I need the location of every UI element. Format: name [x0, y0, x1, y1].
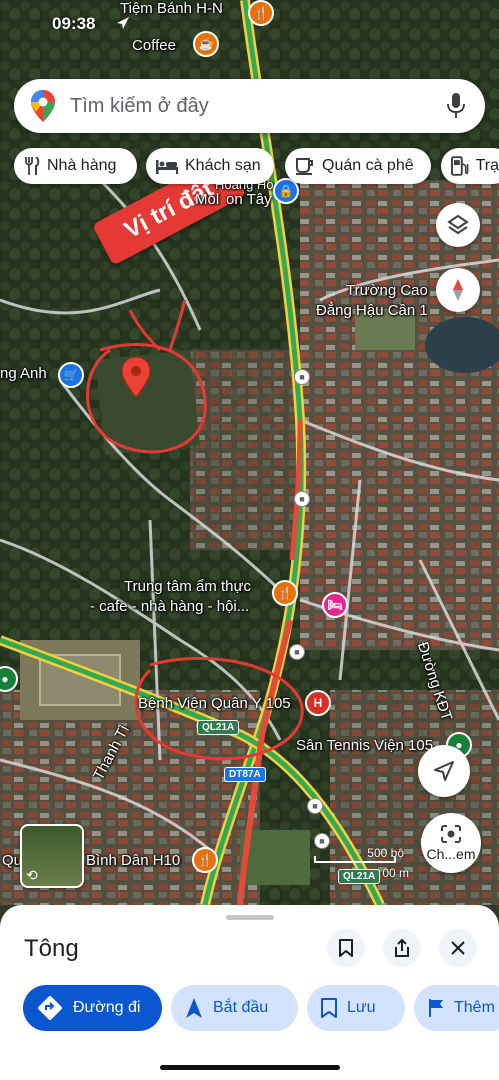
location-pin-icon[interactable]: [121, 357, 151, 397]
lens-button[interactable]: Ch...em: [421, 813, 481, 873]
map-label-college-2[interactable]: Đẳng Hậu Cần 1: [316, 302, 428, 319]
location-arrow-icon: [117, 17, 129, 29]
layers-icon: [447, 214, 469, 235]
map-label-bakery[interactable]: Tiệm Bánh H-N: [120, 0, 223, 17]
food-poi-icon[interactable]: 🍴: [272, 580, 298, 606]
add-label-button[interactable]: Thêm: [414, 985, 499, 1031]
place-title: Tông: [24, 935, 79, 962]
save-bookmark-button[interactable]: [327, 929, 365, 967]
map-label-son-tay[interactable]: on Tây: [226, 191, 272, 208]
status-time: 09:38: [52, 14, 96, 33]
route-shield-ql21a: QL21A: [197, 720, 240, 735]
camera-lens-icon: [441, 824, 461, 843]
hospital-poi-icon[interactable]: H: [305, 690, 331, 716]
chip-label: Nhà hàng: [47, 157, 117, 174]
bus-stop-icon[interactable]: ■: [294, 491, 310, 507]
map-label-tennis[interactable]: Sân Tennis Viện 105: [296, 737, 433, 754]
map-label-mol[interactable]: Mol: [195, 191, 219, 208]
bus-stop-icon[interactable]: ■: [289, 644, 305, 660]
bed-icon: [156, 160, 178, 174]
chip-restaurants[interactable]: Nhà hàng: [14, 148, 137, 184]
lens-label: Ch...em: [426, 845, 476, 862]
my-location-button[interactable]: [418, 745, 470, 797]
chip-label: Khách sạn: [185, 157, 261, 174]
layers-button[interactable]: [436, 203, 480, 247]
map-label-binh-dan[interactable]: Bình Dân H10: [86, 852, 180, 869]
close-button[interactable]: [439, 929, 477, 967]
add-label-text: Thêm: [454, 999, 495, 1016]
chip-label: Quán cà phê: [322, 157, 414, 174]
directions-label: Đường đi: [73, 999, 141, 1016]
directions-button[interactable]: Đường đi: [23, 985, 162, 1031]
chip-cafes[interactable]: Quán cà phê: [285, 148, 431, 184]
chip-gas-stations[interactable]: Trạ: [441, 148, 499, 184]
map-label-hospital[interactable]: Bệnh Viện Quân Y 105: [138, 695, 291, 712]
drag-handle[interactable]: [226, 915, 274, 920]
save-button[interactable]: Lưu: [307, 985, 405, 1031]
microphone-icon[interactable]: [447, 93, 465, 119]
start-button[interactable]: Bắt đầu: [171, 985, 298, 1031]
maps-logo-icon: [31, 90, 55, 122]
rotate-360-icon: ⟲: [26, 867, 38, 883]
coffee-poi-icon[interactable]: ☕: [193, 31, 219, 57]
map-label-coffee[interactable]: Coffee: [132, 37, 176, 54]
directions-icon: [38, 996, 62, 1020]
map-label-ng-anh[interactable]: ng Anh: [0, 365, 47, 382]
save-label: Lưu: [347, 999, 376, 1016]
route-shield-dt87a: DT87A: [224, 767, 266, 782]
scale-label-meters: 00 m: [382, 866, 409, 880]
shopping-poi-icon[interactable]: 🛒: [58, 362, 84, 388]
coffee-cup-icon: [296, 158, 313, 175]
bus-stop-icon[interactable]: ■: [314, 833, 330, 849]
close-icon: [451, 941, 465, 955]
street-view-thumbnail[interactable]: ⟲: [20, 824, 84, 888]
start-label: Bắt đầu: [213, 999, 269, 1016]
flag-icon: [429, 999, 443, 1017]
compass-button[interactable]: [436, 268, 480, 312]
navigation-arrow-icon: [434, 761, 454, 781]
place-bottom-sheet[interactable]: Tông Đường đi Bắt đầu Lưu Thêm: [0, 905, 499, 1080]
satellite-map[interactable]: Vị trí đất Tiệm Bánh H-N Coffee ☕ 🍴 Hoàn…: [0, 0, 499, 905]
bus-stop-icon[interactable]: ■: [307, 798, 323, 814]
map-label-qu[interactable]: Qu: [2, 852, 22, 869]
share-icon: [395, 938, 409, 957]
hotel-poi-icon[interactable]: 🛏: [322, 592, 348, 618]
chip-hotels[interactable]: Khách sạn: [146, 148, 274, 184]
restaurant-poi-icon[interactable]: 🍴: [192, 847, 218, 873]
route-shield-ql21a-2: QL21A: [338, 869, 381, 884]
map-label-food-2[interactable]: - cafe - nhà hàng - hội...: [90, 598, 249, 615]
navigation-arrow-icon: [186, 998, 202, 1018]
compass-icon: [453, 279, 463, 301]
gas-station-icon: [451, 156, 469, 176]
bookmark-icon: [339, 939, 353, 957]
restaurant-poi-icon[interactable]: 🍴: [248, 0, 274, 26]
fork-knife-icon: [25, 157, 40, 175]
share-button[interactable]: [383, 929, 421, 967]
bus-stop-icon[interactable]: ■: [294, 369, 310, 385]
bookmark-icon: [321, 998, 337, 1018]
search-bar[interactable]: Tìm kiếm ở đây: [14, 79, 485, 133]
chip-label: Trạ: [475, 157, 499, 174]
scale-label-feet: 500 bộ: [367, 846, 404, 860]
map-label-food-1[interactable]: Trung tâm ẩm thực: [124, 578, 251, 595]
search-input[interactable]: Tìm kiếm ở đây: [70, 95, 209, 118]
map-label-college-1[interactable]: Trường Cao: [346, 282, 428, 299]
home-indicator[interactable]: [160, 1065, 340, 1070]
